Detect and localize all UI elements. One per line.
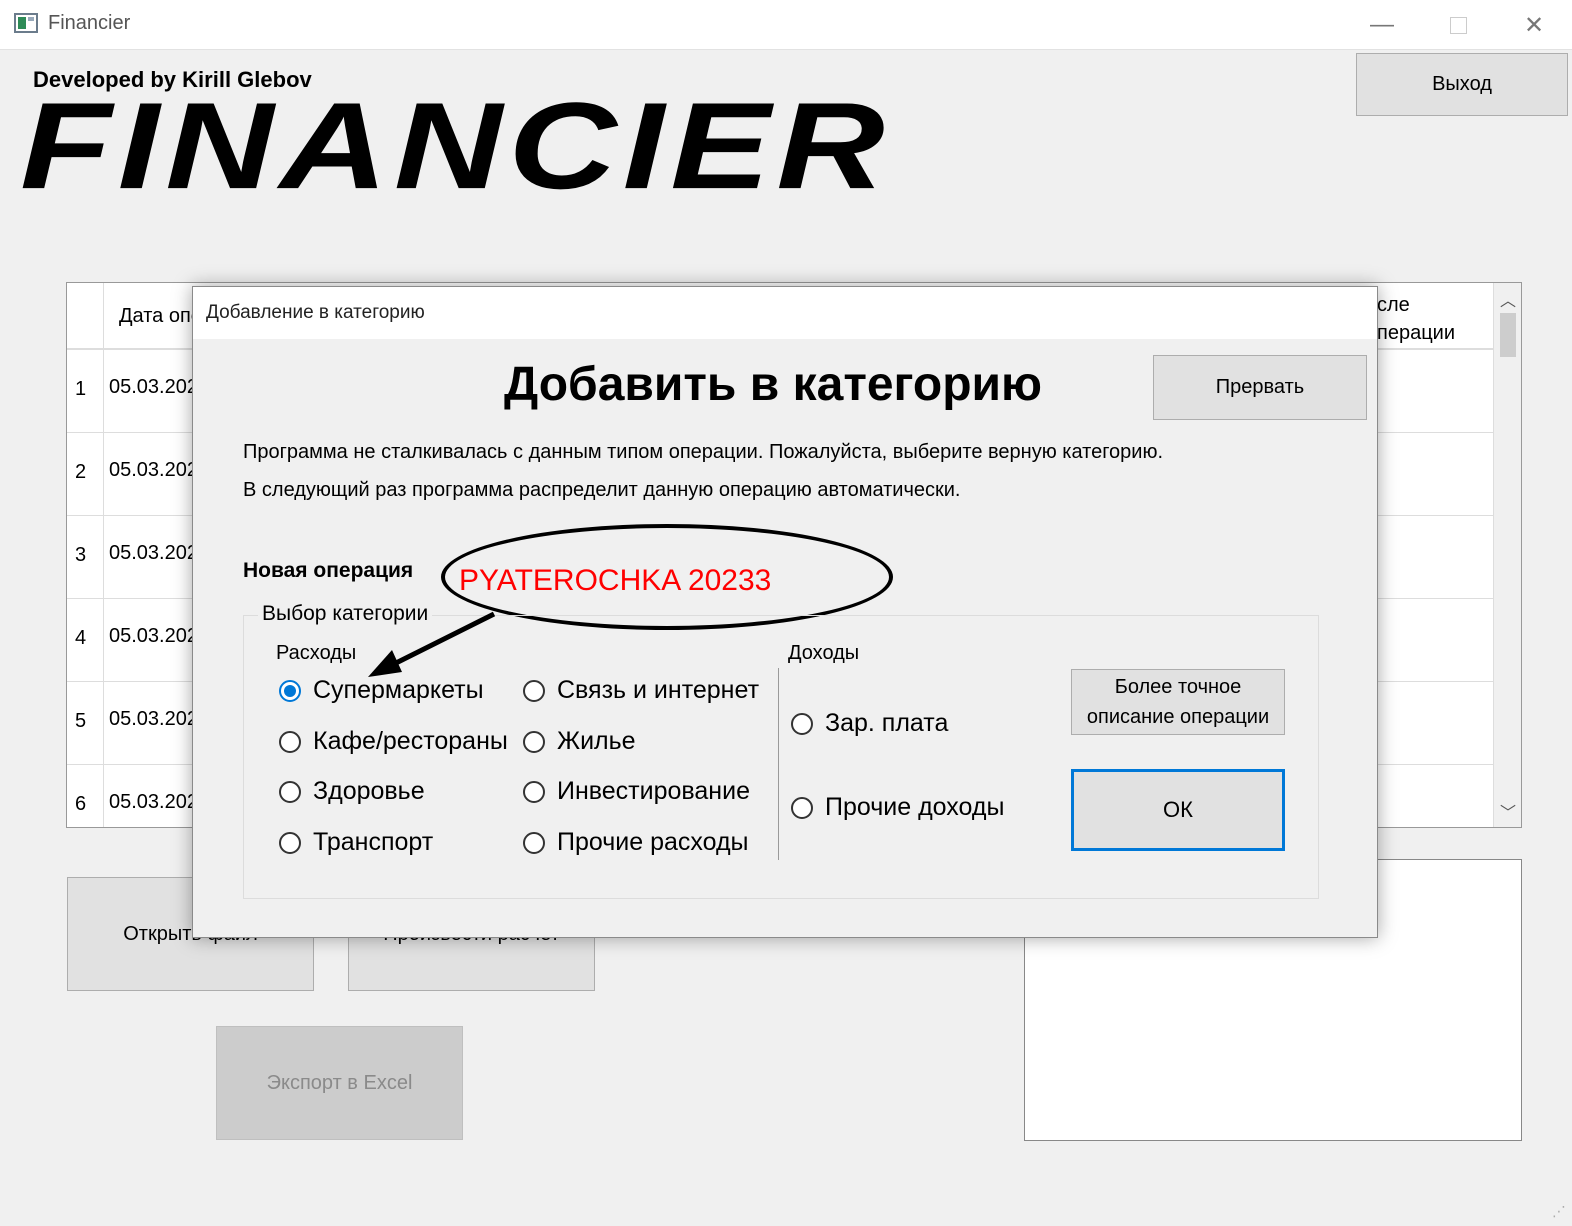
radio-salary[interactable]: Зар. плата xyxy=(791,709,948,738)
category-group-label: Выбор категории xyxy=(258,602,433,626)
app-logo: FINANCIER xyxy=(20,76,891,215)
detailed-description-button[interactable]: Более точное описание операции xyxy=(1071,669,1285,735)
radio-health[interactable]: Здоровье xyxy=(279,777,425,806)
radio-label: Прочие расходы xyxy=(557,828,749,856)
row-number: 4 xyxy=(75,627,87,649)
expenses-label: Расходы xyxy=(276,642,357,664)
new-operation-label: Новая операция xyxy=(243,559,414,582)
row-number: 6 xyxy=(75,793,87,815)
scroll-down-icon[interactable]: ﹀ xyxy=(1494,797,1521,825)
app-icon xyxy=(14,13,38,33)
radio-label: Прочие доходы xyxy=(825,793,1005,821)
radio-supermarkets[interactable]: Супермаркеты xyxy=(279,676,484,705)
radio-icon xyxy=(279,831,301,854)
radio-icon xyxy=(523,679,545,702)
radio-icon xyxy=(279,679,301,702)
minimize-button[interactable]: — xyxy=(1344,0,1420,50)
desc-button-line2: описание операции xyxy=(1086,706,1270,728)
abort-button[interactable]: Прервать xyxy=(1153,355,1367,420)
export-excel-button: Экспорт в Excel xyxy=(216,1026,463,1140)
maximize-icon xyxy=(1449,16,1467,34)
radio-label: Зар. плата xyxy=(825,709,949,737)
radio-icon xyxy=(791,796,813,819)
group-divider xyxy=(778,668,779,860)
radio-communication[interactable]: Связь и интернет xyxy=(523,676,759,705)
radio-transport[interactable]: Транспорт xyxy=(279,828,433,857)
title-bar: Financier — ✕ xyxy=(0,0,1572,50)
radio-label: Кафе/рестораны xyxy=(313,727,508,755)
radio-investment[interactable]: Инвестирование xyxy=(523,777,750,806)
radio-icon xyxy=(523,831,545,854)
dialog-title-bar: Добавление в категорию xyxy=(193,287,1377,339)
info-text-line1: Программа не сталкивалась с данным типом… xyxy=(243,441,1164,463)
row-number: 3 xyxy=(75,544,87,566)
radio-label: Связь и интернет xyxy=(557,676,760,704)
ok-button[interactable]: ОК xyxy=(1071,769,1285,851)
column-header-after: сле перации xyxy=(1377,294,1455,344)
radio-other-expenses[interactable]: Прочие расходы xyxy=(523,828,749,857)
radio-icon xyxy=(279,730,301,753)
info-text-line2: В следующий раз программа распределит да… xyxy=(243,479,961,501)
close-button[interactable]: ✕ xyxy=(1496,0,1572,50)
income-label: Доходы xyxy=(788,642,860,664)
column-header-date: Дата опе xyxy=(119,305,202,327)
radio-icon xyxy=(523,780,545,803)
radio-icon xyxy=(791,712,813,735)
radio-label: Транспорт xyxy=(313,828,434,856)
scroll-thumb[interactable] xyxy=(1500,313,1516,357)
desc-button-line1: Более точное xyxy=(1114,676,1242,698)
radio-label: Супермаркеты xyxy=(313,676,484,704)
new-operation-value: PYATEROCHKA 20233 xyxy=(459,564,772,597)
radio-label: Жилье xyxy=(557,727,636,755)
dialog-title: Добавление в категорию xyxy=(206,302,425,323)
radio-other-income[interactable]: Прочие доходы xyxy=(791,793,1004,822)
scroll-up-icon[interactable]: ︿ xyxy=(1494,285,1521,313)
row-number: 5 xyxy=(75,710,87,732)
add-category-dialog: Добавление в категорию Добавить в катего… xyxy=(192,286,1378,938)
radio-icon xyxy=(523,730,545,753)
row-number: 2 xyxy=(75,461,87,483)
vertical-scrollbar[interactable]: ︿ ﹀ xyxy=(1493,283,1521,827)
radio-icon xyxy=(279,780,301,803)
radio-cafes[interactable]: Кафе/рестораны xyxy=(279,727,508,756)
radio-label: Здоровье xyxy=(313,777,425,805)
maximize-button[interactable] xyxy=(1420,0,1496,50)
exit-button[interactable]: Выход xyxy=(1356,53,1568,116)
category-groupbox: Выбор категории Расходы Доходы Супермарк… xyxy=(243,602,1319,899)
radio-label: Инвестирование xyxy=(557,777,750,805)
window-title: Financier xyxy=(48,12,131,34)
resize-grip-icon[interactable]: ⋰ xyxy=(1552,1203,1566,1220)
radio-housing[interactable]: Жилье xyxy=(523,727,636,756)
row-number: 1 xyxy=(75,378,87,400)
